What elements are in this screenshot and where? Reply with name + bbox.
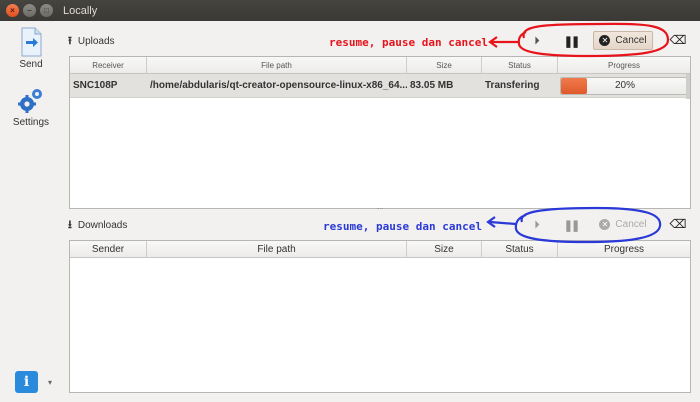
close-window-button[interactable]: ×	[6, 4, 19, 17]
column-header[interactable]: File path	[147, 57, 407, 73]
resume-icon: ⏵	[534, 34, 540, 47]
status-cell: Transfering	[485, 80, 540, 91]
pause-upload-button[interactable]: ❚❚	[563, 33, 581, 49]
sidebar-item-send[interactable]: Send	[0, 27, 62, 70]
uploads-title: Uploads	[77, 35, 115, 47]
column-header[interactable]: Progress	[558, 241, 690, 257]
column-header[interactable]: Progress	[558, 57, 690, 73]
size-cell: 83.05 MB	[410, 80, 454, 91]
info-icon: i	[23, 374, 30, 390]
info-button[interactable]: i	[15, 371, 38, 393]
downloads-table[interactable]: Sender File path Size Status Progress	[69, 240, 691, 393]
chevron-down-icon[interactable]: ▾	[48, 378, 52, 387]
sidebar-item-label: Send	[19, 59, 43, 70]
clear-downloads-button[interactable]: ⌫	[669, 217, 687, 231]
column-header[interactable]: Status	[482, 57, 558, 73]
minimize-window-button[interactable]: –	[23, 4, 36, 17]
pause-icon: ❚❚	[563, 219, 581, 232]
progress-cell: 20%	[558, 74, 690, 97]
cancel-download-button[interactable]: ✕ Cancel	[593, 215, 653, 234]
cancel-icon: ✕	[599, 35, 611, 46]
sidebar-item-label: Settings	[12, 117, 50, 128]
downloads-title: Downloads	[77, 219, 128, 231]
cancel-label: Cancel	[615, 35, 647, 46]
cancel-icon: ✕	[599, 219, 611, 230]
resume-icon: ⏵	[534, 218, 540, 231]
sidebar: Send Settings i ▾	[0, 21, 62, 402]
clear-icon: ⌫	[669, 217, 687, 231]
table-row[interactable]: SNC108P /home/abdularis/qt-creator-opens…	[70, 74, 690, 98]
column-header[interactable]: Size	[407, 57, 482, 73]
table-header: Sender File path Size Status Progress	[70, 241, 690, 258]
uploads-table[interactable]: Receiver File path Size Status Progress …	[69, 56, 691, 209]
clear-uploads-button[interactable]: ⌫	[669, 33, 687, 47]
scrollbar[interactable]	[686, 74, 690, 99]
column-header[interactable]: Size	[407, 241, 482, 257]
send-file-icon	[21, 27, 42, 57]
splitter-handle[interactable]	[377, 208, 383, 211]
title-bar: × – □ Locally	[0, 0, 700, 21]
column-header[interactable]: Status	[482, 241, 558, 257]
receiver-cell: SNC108P	[73, 80, 118, 91]
uploads-annotation-note: resume, pause dan cancel	[329, 36, 488, 49]
maximize-window-button[interactable]: □	[40, 4, 53, 17]
gears-icon	[18, 89, 42, 113]
upload-arrow-icon: ⭱	[68, 34, 72, 47]
progress-text: 20%	[614, 80, 635, 91]
file-path-cell: /home/abdularis/qt-creator-opensource-li…	[150, 80, 407, 91]
clear-icon: ⌫	[669, 33, 687, 47]
resume-download-button[interactable]: ⏵	[529, 217, 545, 233]
download-arrow-icon: ⭳	[68, 218, 72, 231]
resume-upload-button[interactable]: ⏵	[529, 33, 545, 49]
column-header[interactable]: Sender	[70, 241, 147, 257]
pause-icon: ❚❚	[563, 35, 581, 48]
column-header[interactable]: File path	[147, 241, 407, 257]
cancel-upload-button[interactable]: ✕ Cancel	[593, 31, 653, 50]
pause-download-button[interactable]: ❚❚	[563, 217, 581, 233]
downloads-annotation-note: resume, pause dan cancel	[323, 220, 482, 233]
sidebar-item-settings[interactable]: Settings	[0, 87, 62, 128]
column-header[interactable]: Receiver	[70, 57, 147, 73]
cancel-label: Cancel	[615, 219, 647, 230]
progress-bar: 20%	[560, 76, 690, 95]
table-header: Receiver File path Size Status Progress	[70, 57, 690, 74]
window-title: Locally	[63, 4, 98, 17]
